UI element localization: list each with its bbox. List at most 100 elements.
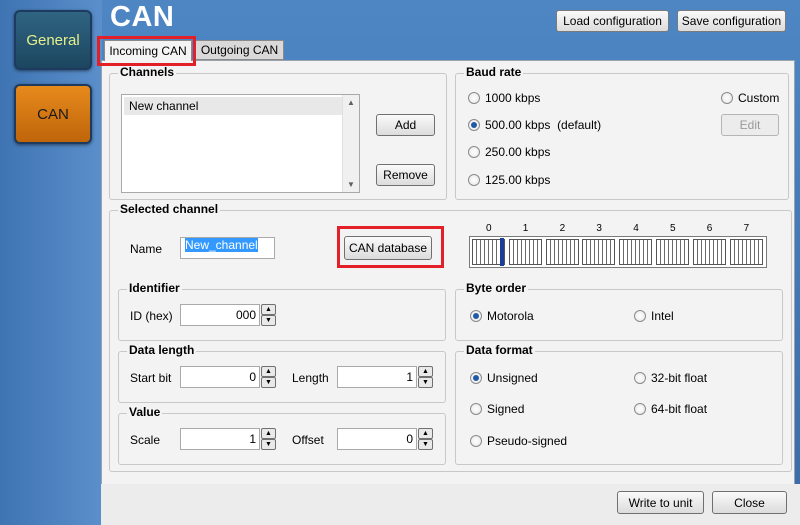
tab-incoming-can[interactable]: Incoming CAN bbox=[104, 40, 192, 61]
scale-label: Scale bbox=[130, 433, 161, 447]
data-format-title: Data format bbox=[464, 343, 535, 357]
can-database-button[interactable]: CAN database bbox=[344, 236, 432, 260]
baud-custom-label: Custom bbox=[738, 91, 780, 105]
name-label: Name bbox=[130, 242, 163, 256]
baud-125-label: 125.00 kbps bbox=[485, 173, 551, 187]
write-to-unit-button[interactable]: Write to unit bbox=[617, 491, 704, 514]
byte-number-2: 2 bbox=[559, 223, 566, 234]
sidebar bbox=[0, 0, 102, 525]
byte-number-6: 6 bbox=[706, 223, 713, 234]
add-channel-button[interactable]: Add bbox=[376, 114, 435, 136]
scale-field[interactable]: ▲▼ bbox=[180, 428, 276, 450]
byte-number-3: 3 bbox=[596, 223, 602, 234]
page-title: CAN bbox=[110, 1, 175, 33]
motorola-label: Motorola bbox=[487, 309, 534, 323]
value-title: Value bbox=[127, 405, 163, 419]
selected-bit-marker bbox=[500, 238, 504, 266]
float64-label: 64-bit float bbox=[651, 402, 708, 416]
stepper-down-icon[interactable]: ▼ bbox=[418, 439, 433, 450]
offset-stepper[interactable]: ▲ ▼ bbox=[418, 428, 433, 450]
radio-icon bbox=[468, 174, 480, 186]
tab-outgoing-can[interactable]: Outgoing CAN bbox=[195, 40, 284, 60]
length-stepper[interactable]: ▲ ▼ bbox=[418, 366, 433, 388]
stepper-down-icon[interactable]: ▼ bbox=[261, 315, 276, 326]
radio-icon bbox=[721, 92, 733, 104]
start-bit-label: Start bit bbox=[130, 371, 172, 385]
id-hex-label: ID (hex) bbox=[130, 309, 173, 323]
scroll-down-icon[interactable]: ▼ bbox=[347, 180, 355, 189]
radio-icon bbox=[634, 310, 646, 322]
scale-input[interactable] bbox=[180, 428, 260, 450]
list-item[interactable]: New channel bbox=[124, 97, 343, 115]
baud-125-radio[interactable]: 125.00 kbps bbox=[468, 173, 550, 187]
baud-500-radio[interactable]: 500.00 kbps (default) bbox=[468, 118, 601, 132]
stepper-up-icon[interactable]: ▲ bbox=[261, 366, 276, 377]
default-note: (default) bbox=[557, 118, 602, 132]
sidebar-item-can[interactable]: CAN bbox=[14, 84, 92, 144]
stepper-down-icon[interactable]: ▼ bbox=[261, 439, 276, 450]
channels-list[interactable]: New channel ▲ ▼ bbox=[121, 94, 360, 193]
format-signed-radio[interactable]: Signed bbox=[470, 402, 524, 416]
channel-name-value: New_channel bbox=[185, 238, 258, 252]
offset-input[interactable] bbox=[337, 428, 417, 450]
byte-cell-7[interactable] bbox=[729, 239, 763, 265]
byte-order-intel-radio[interactable]: Intel bbox=[634, 309, 674, 323]
scale-stepper[interactable]: ▲ ▼ bbox=[261, 428, 276, 450]
stepper-down-icon[interactable]: ▼ bbox=[418, 377, 433, 388]
stepper-up-icon[interactable]: ▲ bbox=[418, 366, 433, 377]
baud-rate-group: Baud rate 1000 kbps 500.00 kbps (default… bbox=[455, 65, 789, 200]
id-hex-input[interactable] bbox=[180, 304, 260, 326]
start-bit-input[interactable] bbox=[180, 366, 260, 388]
intel-label: Intel bbox=[651, 309, 674, 323]
channels-title: Channels bbox=[118, 65, 177, 79]
byte-order-title: Byte order bbox=[464, 281, 529, 295]
format-unsigned-radio[interactable]: Unsigned bbox=[470, 371, 538, 385]
id-hex-field[interactable]: ▲▼ bbox=[180, 304, 276, 326]
stepper-up-icon[interactable]: ▲ bbox=[261, 428, 276, 439]
byte-cell-1[interactable] bbox=[508, 239, 542, 265]
stepper-up-icon[interactable]: ▲ bbox=[418, 428, 433, 439]
length-input[interactable] bbox=[337, 366, 417, 388]
byte-cell-6[interactable] bbox=[692, 239, 726, 265]
start-bit-stepper[interactable]: ▲ ▼ bbox=[261, 366, 276, 388]
start-bit-field[interactable]: ▲▼ bbox=[180, 366, 276, 388]
byte-cell-4[interactable] bbox=[619, 239, 653, 265]
bit-grid[interactable] bbox=[469, 236, 767, 268]
edit-baud-button[interactable]: Edit bbox=[721, 114, 779, 136]
baud-500-label: 500.00 kbps bbox=[485, 118, 551, 132]
radio-icon bbox=[468, 92, 480, 104]
remove-channel-button[interactable]: Remove bbox=[376, 164, 435, 186]
save-configuration-button[interactable]: Save configuration bbox=[677, 10, 786, 32]
byte-cell-3[interactable] bbox=[582, 239, 616, 265]
baud-custom-radio[interactable]: Custom bbox=[721, 91, 779, 105]
list-scrollbar[interactable]: ▲ ▼ bbox=[342, 95, 359, 192]
length-field[interactable]: ▲▼ bbox=[337, 366, 433, 388]
byte-number-1: 1 bbox=[522, 223, 529, 234]
offset-label: Offset bbox=[292, 433, 324, 447]
byte-order-motorola-radio[interactable]: Motorola bbox=[470, 309, 534, 323]
format-32bit-float-radio[interactable]: 32-bit float bbox=[634, 371, 707, 385]
baud-rate-title: Baud rate bbox=[464, 65, 524, 79]
format-pseudo-signed-radio[interactable]: Pseudo-signed bbox=[470, 434, 567, 448]
close-button[interactable]: Close bbox=[712, 491, 787, 514]
byte-cell-5[interactable] bbox=[656, 239, 689, 265]
load-configuration-button[interactable]: Load configuration bbox=[556, 10, 669, 32]
offset-field[interactable]: ▲▼ bbox=[337, 428, 433, 450]
channel-name-input[interactable]: New_channel bbox=[180, 237, 275, 259]
stepper-down-icon[interactable]: ▼ bbox=[261, 377, 276, 388]
scroll-up-icon[interactable]: ▲ bbox=[347, 98, 355, 107]
radio-icon bbox=[470, 435, 482, 447]
format-64bit-float-radio[interactable]: 64-bit float bbox=[634, 402, 707, 416]
sidebar-item-general[interactable]: General bbox=[14, 10, 92, 70]
baud-250-radio[interactable]: 250.00 kbps bbox=[468, 145, 550, 159]
float32-label: 32-bit float bbox=[651, 371, 708, 385]
stepper-up-icon[interactable]: ▲ bbox=[261, 304, 276, 315]
main-panel: Channels New channel ▲ ▼ Add Remove Baud… bbox=[101, 60, 795, 490]
id-stepper[interactable]: ▲ ▼ bbox=[261, 304, 276, 326]
byte-number-5: 5 bbox=[670, 223, 676, 234]
byte-cell-2[interactable] bbox=[545, 239, 579, 265]
radio-icon bbox=[634, 403, 646, 415]
baud-1000-radio[interactable]: 1000 kbps bbox=[468, 91, 540, 105]
selected-channel-title: Selected channel bbox=[118, 202, 221, 216]
radio-selected-icon bbox=[470, 372, 482, 384]
